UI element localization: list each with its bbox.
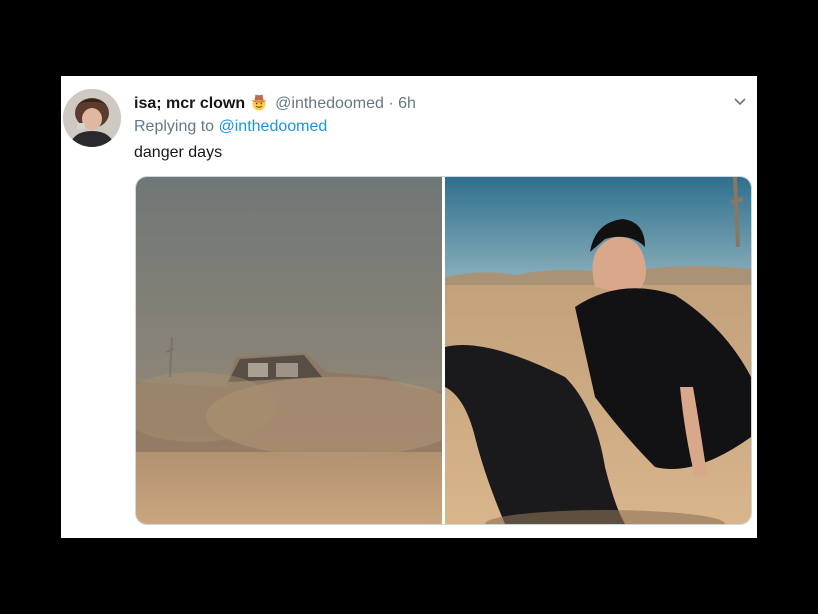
media-image-car-dust[interactable] xyxy=(136,177,466,524)
display-name[interactable]: isa; mcr clown xyxy=(134,95,245,112)
timestamp[interactable]: 6h xyxy=(398,95,416,112)
tweet-text: danger days xyxy=(134,144,223,161)
replying-to-line: Replying to @inthedoomed xyxy=(134,118,327,136)
tweet-card[interactable]: isa; mcr clown @inthedoomed · 6h Replyin… xyxy=(61,76,757,538)
separator-dot: · xyxy=(388,95,394,112)
cowboy-hat-face-icon xyxy=(249,92,269,112)
replying-prefix: Replying to xyxy=(134,118,215,135)
media-image-man-desert[interactable] xyxy=(445,177,751,524)
media-grid xyxy=(135,176,752,525)
user-handle[interactable]: @inthedoomed xyxy=(275,95,384,112)
tweet-header: isa; mcr clown @inthedoomed · 6h xyxy=(134,92,416,113)
reply-mention-link[interactable]: @inthedoomed xyxy=(219,118,328,135)
chevron-down-icon[interactable] xyxy=(733,94,747,108)
avatar[interactable] xyxy=(63,89,121,147)
